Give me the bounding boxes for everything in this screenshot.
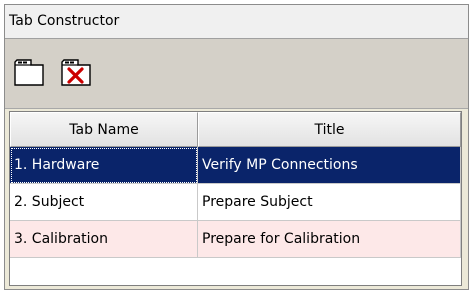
column-header-title[interactable]: Title [198, 112, 461, 147]
delete-tab-icon [61, 59, 91, 86]
tabs-grid: Tab Name Title 1. Hardware Verify MP Con… [9, 111, 462, 286]
grid-rows: 1. Hardware Verify MP Connections 2. Sub… [10, 147, 461, 258]
title-cell[interactable]: Verify MP Connections [198, 147, 461, 184]
column-header-tab-name[interactable]: Tab Name [10, 112, 198, 147]
table-row[interactable]: 1. Hardware Verify MP Connections [10, 147, 461, 184]
table-row[interactable]: 2. Subject Prepare Subject [10, 184, 461, 221]
title-cell[interactable]: Prepare for Calibration [198, 221, 461, 258]
tab-name-cell[interactable]: 3. Calibration [10, 221, 198, 258]
tab-name-cell[interactable]: 1. Hardware [10, 147, 198, 184]
panel-titlebar: Tab Constructor [5, 5, 468, 39]
new-tab-button[interactable] [13, 55, 47, 87]
tab-constructor-panel: Tab Constructor Tab Name Title 1. Hardwa… [4, 4, 469, 290]
table-row[interactable]: 3. Calibration Prepare for Calibration [10, 221, 461, 258]
grid-header: Tab Name Title [10, 112, 461, 147]
tab-name-cell[interactable]: 2. Subject [10, 184, 198, 221]
panel-title: Tab Constructor [9, 13, 120, 29]
delete-tab-button[interactable] [60, 55, 94, 87]
toolbar [5, 39, 468, 109]
title-cell[interactable]: Prepare Subject [198, 184, 461, 221]
new-tab-icon [14, 59, 44, 86]
